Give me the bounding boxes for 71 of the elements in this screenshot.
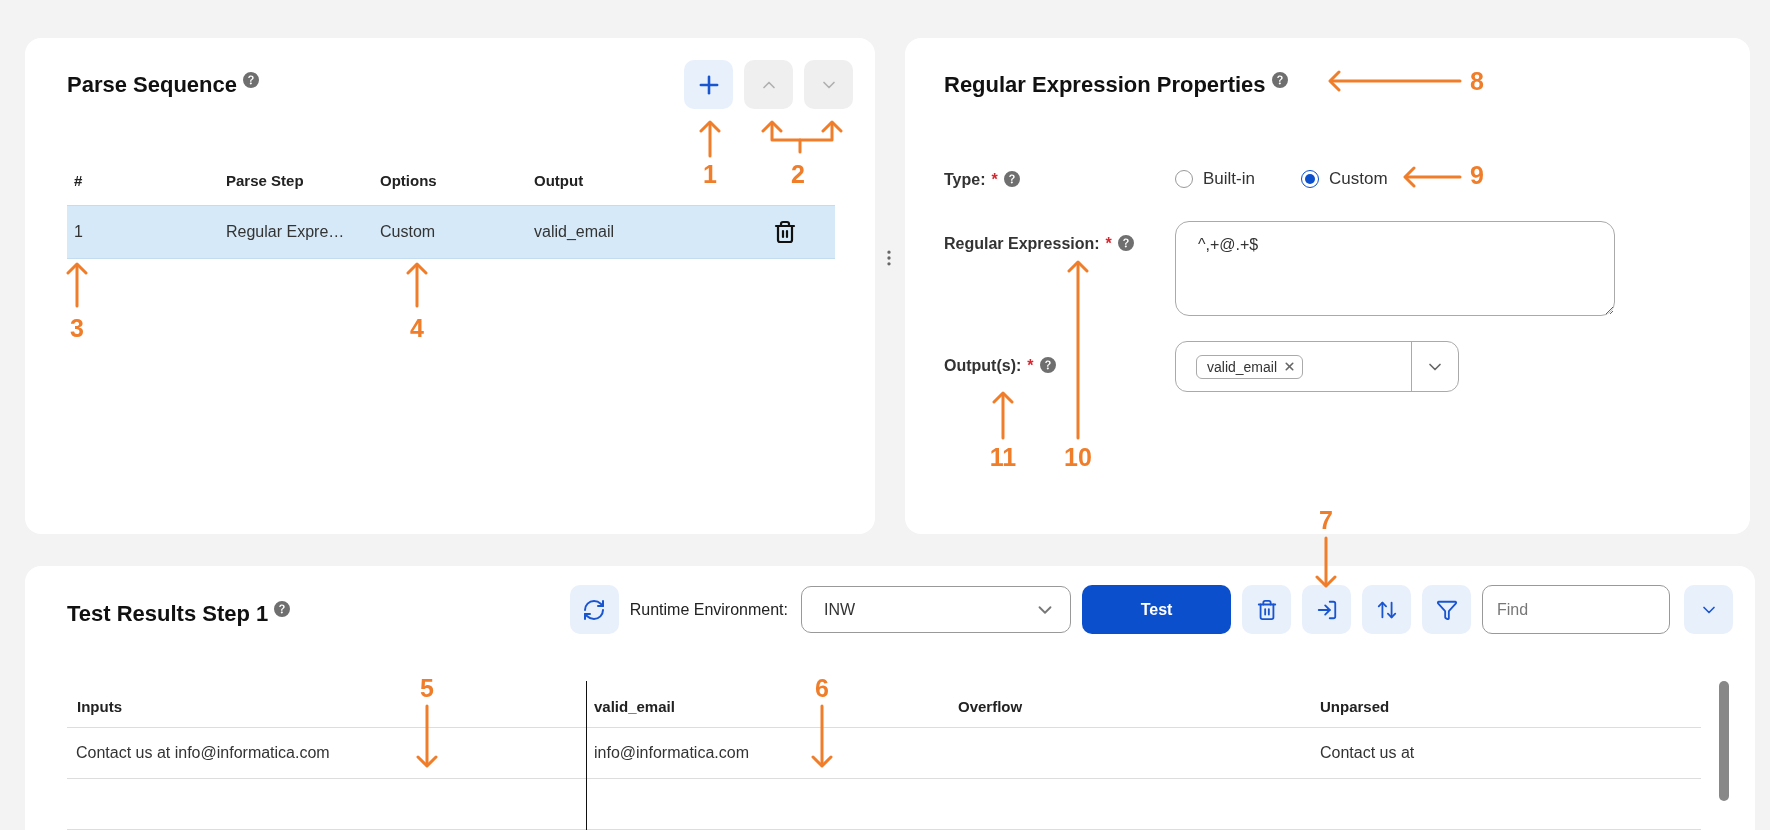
panel-title: Regular Expression Properties: [944, 71, 1266, 98]
callout-arrow: [416, 704, 438, 768]
callout-arrow: [992, 391, 1014, 440]
callout-arrow: [406, 262, 428, 308]
column-header: Output: [534, 171, 584, 189]
callout-arrow: [699, 120, 721, 158]
callout-number: 7: [1319, 507, 1333, 533]
required-mark: *: [1105, 235, 1112, 253]
table-cell-text: info@informatica.com: [593, 744, 750, 762]
help-icon[interactable]: [1003, 171, 1020, 187]
table-cell-text: 1: [73, 223, 84, 241]
radio-option[interactable]: Custom: [1300, 169, 1388, 189]
column-header: valid_email: [593, 698, 676, 717]
required-mark: *: [1027, 357, 1034, 375]
panel-title: Test Results Step 1: [67, 600, 269, 627]
help-icon[interactable]: [274, 600, 291, 617]
table-cell-text: Regular Expre…: [226, 223, 346, 241]
callout-arrow: [1315, 536, 1337, 588]
column-header: Overflow: [957, 698, 1024, 717]
field-label: Output(s):: [944, 357, 1022, 375]
callout-number: 11: [989, 444, 1017, 470]
help-icon[interactable]: [1039, 357, 1056, 373]
required-mark: *: [991, 171, 998, 189]
funnel-icon: [1435, 598, 1458, 621]
radio-option[interactable]: Built-in: [1175, 169, 1255, 189]
table-cell-text: Contact us at info@informatica.com: [75, 744, 331, 762]
runtime-select[interactable]: INW: [801, 586, 1071, 633]
scrollbar[interactable]: [1719, 681, 1729, 801]
find-field[interactable]: Find: [1482, 585, 1670, 634]
column-header: Unparsed: [1319, 698, 1391, 717]
delete-button[interactable]: [1242, 585, 1291, 634]
callout-number: 1: [703, 161, 717, 187]
test-button[interactable]: Test: [1082, 585, 1231, 634]
callout-number: 6: [815, 675, 829, 701]
field-label: Type:: [944, 171, 986, 189]
trash-icon: [1255, 598, 1278, 621]
refresh-button[interactable]: [569, 585, 619, 634]
field-label: Regular Expression:: [944, 235, 1100, 253]
panel-title: Parse Sequence: [67, 71, 237, 98]
column-header: Options: [380, 171, 437, 189]
runtime-label: Runtime Environment:: [629, 600, 788, 619]
callout-arrow: [66, 262, 88, 308]
table-cell-text: valid_email: [534, 223, 616, 241]
column-header: Parse Step: [226, 171, 304, 189]
callout-number: 5: [420, 675, 434, 701]
callout-arrow: [811, 704, 833, 768]
output-tag: valid_email: [1196, 354, 1304, 379]
output-select[interactable]: valid_email: [1175, 341, 1459, 392]
callout-arrow: [1403, 166, 1462, 188]
column-header: Inputs: [76, 698, 123, 717]
arrow-into-box-icon: [1315, 598, 1338, 621]
callout-number: 4: [410, 315, 424, 341]
regex-field[interactable]: ^,+@.+$: [1175, 221, 1615, 316]
callout-number: 8: [1470, 68, 1484, 94]
column-header: #: [73, 171, 83, 189]
filter-button[interactable]: [1422, 585, 1471, 634]
help-icon[interactable]: [1117, 235, 1134, 251]
help-icon[interactable]: [1271, 71, 1288, 88]
table-cell-text: Contact us at: [1319, 744, 1416, 762]
import-button[interactable]: [1302, 585, 1351, 634]
callout-number: 3: [70, 315, 84, 341]
callout-number: 10: [1064, 444, 1092, 470]
trash-icon: [773, 220, 797, 244]
callout-number: 2: [791, 161, 805, 187]
help-icon[interactable]: [243, 71, 259, 88]
table-cell-text: Custom: [380, 223, 437, 241]
sort-button[interactable]: [1362, 585, 1411, 634]
table-row[interactable]: 1 Regular Expre… Custom valid_email: [67, 205, 835, 259]
callout-number: 9: [1470, 162, 1484, 188]
refresh-icon: [582, 597, 607, 622]
add-button[interactable]: [684, 60, 733, 109]
